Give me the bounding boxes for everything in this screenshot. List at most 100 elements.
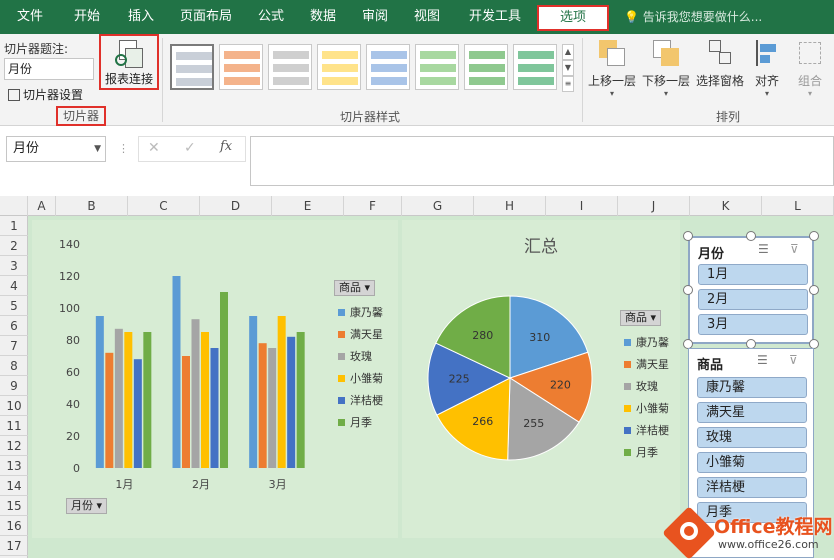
column-header[interactable]: F	[344, 196, 402, 216]
slicer-item[interactable]: 满天星	[697, 402, 807, 423]
bar[interactable]	[296, 332, 305, 468]
resize-handle[interactable]	[809, 231, 819, 241]
slicer-item[interactable]: 康乃馨	[697, 377, 807, 398]
slicer-item[interactable]: 洋桔梗	[697, 477, 807, 498]
row-header[interactable]: 3	[0, 256, 28, 276]
insert-function-icon[interactable]: fx	[220, 139, 232, 154]
slicer-style-5[interactable]	[366, 44, 410, 90]
row-header[interactable]: 5	[0, 296, 28, 316]
pie-legend-field-button[interactable]: 商品 ▾	[620, 310, 662, 326]
enter-icon[interactable]: ✓	[184, 140, 196, 156]
row-header[interactable]: 17	[0, 536, 28, 556]
bar[interactable]	[172, 276, 181, 468]
slicer-style-3[interactable]	[268, 44, 312, 90]
gallery-scroll-up-icon[interactable]: ▲	[562, 44, 574, 60]
tab-developer[interactable]: 开发工具	[460, 0, 530, 34]
column-header[interactable]: C	[128, 196, 200, 216]
row-header[interactable]: 12	[0, 436, 28, 456]
slicer-item[interactable]: 3月	[698, 314, 808, 335]
tab-formulas[interactable]: 公式	[250, 0, 292, 34]
slicer-style-6[interactable]	[415, 44, 459, 90]
group-button[interactable]: 组合 ▾	[790, 38, 830, 98]
bar[interactable]	[201, 332, 209, 468]
tell-me-box[interactable]: 💡 告诉我您想要做什么...	[624, 0, 762, 34]
tab-review[interactable]: 审阅	[354, 0, 396, 34]
column-header[interactable]: H	[474, 196, 546, 216]
clear-filter-icon[interactable]: ⊽	[789, 353, 798, 367]
bar[interactable]	[220, 292, 228, 468]
bar[interactable]	[95, 316, 104, 468]
align-button[interactable]: 对齐 ▾	[748, 38, 786, 98]
row-header[interactable]: 13	[0, 456, 28, 476]
formula-input[interactable]	[250, 136, 834, 186]
multi-select-icon[interactable]: ☰	[757, 353, 768, 367]
tab-file[interactable]: 文件	[8, 0, 52, 34]
slicer-style-1[interactable]	[170, 44, 214, 90]
resize-handle[interactable]	[683, 231, 693, 241]
tab-view[interactable]: 视图	[406, 0, 448, 34]
row-header[interactable]: 15	[0, 496, 28, 516]
slicer-item[interactable]: 小雏菊	[697, 452, 807, 473]
bar[interactable]	[268, 348, 277, 468]
bar[interactable]	[210, 348, 219, 468]
gallery-scroll-down-icon[interactable]: ▼	[562, 60, 574, 76]
slicer-settings-button[interactable]: 切片器设置	[8, 86, 83, 103]
slicer-item[interactable]: 2月	[698, 289, 808, 310]
row-header[interactable]: 10	[0, 396, 28, 416]
bar[interactable]	[114, 328, 123, 468]
month-field-button[interactable]: 月份 ▾	[66, 498, 108, 514]
bar[interactable]	[143, 332, 152, 468]
report-connections-button[interactable]: 报表连接	[99, 34, 159, 90]
tab-insert[interactable]: 插入	[118, 0, 164, 34]
row-header[interactable]: 4	[0, 276, 28, 296]
column-header[interactable]: L	[762, 196, 834, 216]
bar[interactable]	[124, 332, 133, 468]
row-header[interactable]: 16	[0, 516, 28, 536]
tab-options[interactable]: 选项	[537, 5, 609, 31]
column-header[interactable]: I	[546, 196, 618, 216]
row-header[interactable]: 7	[0, 336, 28, 356]
row-header[interactable]: 14	[0, 476, 28, 496]
column-header[interactable]: J	[618, 196, 690, 216]
row-header[interactable]: 9	[0, 376, 28, 396]
row-header[interactable]: 6	[0, 316, 28, 336]
cancel-icon[interactable]: ✕	[148, 140, 160, 156]
row-header[interactable]: 1	[0, 216, 28, 236]
slicer-style-4[interactable]	[317, 44, 361, 90]
column-header[interactable]: A	[28, 196, 56, 216]
column-header[interactable]: B	[56, 196, 128, 216]
clear-filter-icon[interactable]: ⊽	[790, 242, 799, 256]
slicer-style-8[interactable]	[513, 44, 557, 90]
column-header[interactable]: D	[200, 196, 272, 216]
bar[interactable]	[133, 359, 142, 468]
row-header[interactable]: 11	[0, 416, 28, 436]
slicer-item[interactable]: 1月	[698, 264, 808, 285]
bar[interactable]	[277, 316, 286, 468]
name-box[interactable]: 月份 ▼	[6, 136, 106, 162]
bar[interactable]	[249, 316, 258, 468]
column-header[interactable]: G	[402, 196, 474, 216]
bar[interactable]	[182, 356, 190, 468]
slicer-month[interactable]: 月份 ☰ ⊽ 1月 2月 3月	[688, 236, 814, 344]
slicer-style-7[interactable]	[464, 44, 508, 90]
send-backward-button[interactable]: 下移一层 ▾	[640, 38, 692, 98]
bar[interactable]	[258, 343, 267, 468]
bar[interactable]	[287, 336, 296, 468]
bring-forward-button[interactable]: 上移一层 ▾	[586, 38, 638, 98]
bar[interactable]	[105, 352, 114, 468]
slicer-item[interactable]: 玫瑰	[697, 427, 807, 448]
legend-field-button[interactable]: 商品 ▾	[334, 280, 376, 296]
tab-page-layout[interactable]: 页面布局	[172, 0, 240, 34]
column-header[interactable]: K	[690, 196, 762, 216]
bar-chart-panel[interactable]: 0 20 40 60 80 100 120 140 1月 2月 3月 商品 ▾ 康乃馨 满天星 玫瑰 小雏…	[32, 220, 398, 538]
gallery-more-icon[interactable]: ≡	[562, 76, 574, 92]
multi-select-icon[interactable]: ☰	[758, 242, 769, 256]
row-header[interactable]: 2	[0, 236, 28, 256]
slicer-caption-input[interactable]: 月份	[4, 58, 94, 80]
tab-home[interactable]: 开始	[64, 0, 110, 34]
selection-pane-button[interactable]: 选择窗格	[694, 38, 746, 89]
slicer-style-2[interactable]	[219, 44, 263, 90]
bar[interactable]	[191, 319, 200, 468]
row-header[interactable]: 8	[0, 356, 28, 376]
resize-handle[interactable]	[683, 285, 693, 295]
